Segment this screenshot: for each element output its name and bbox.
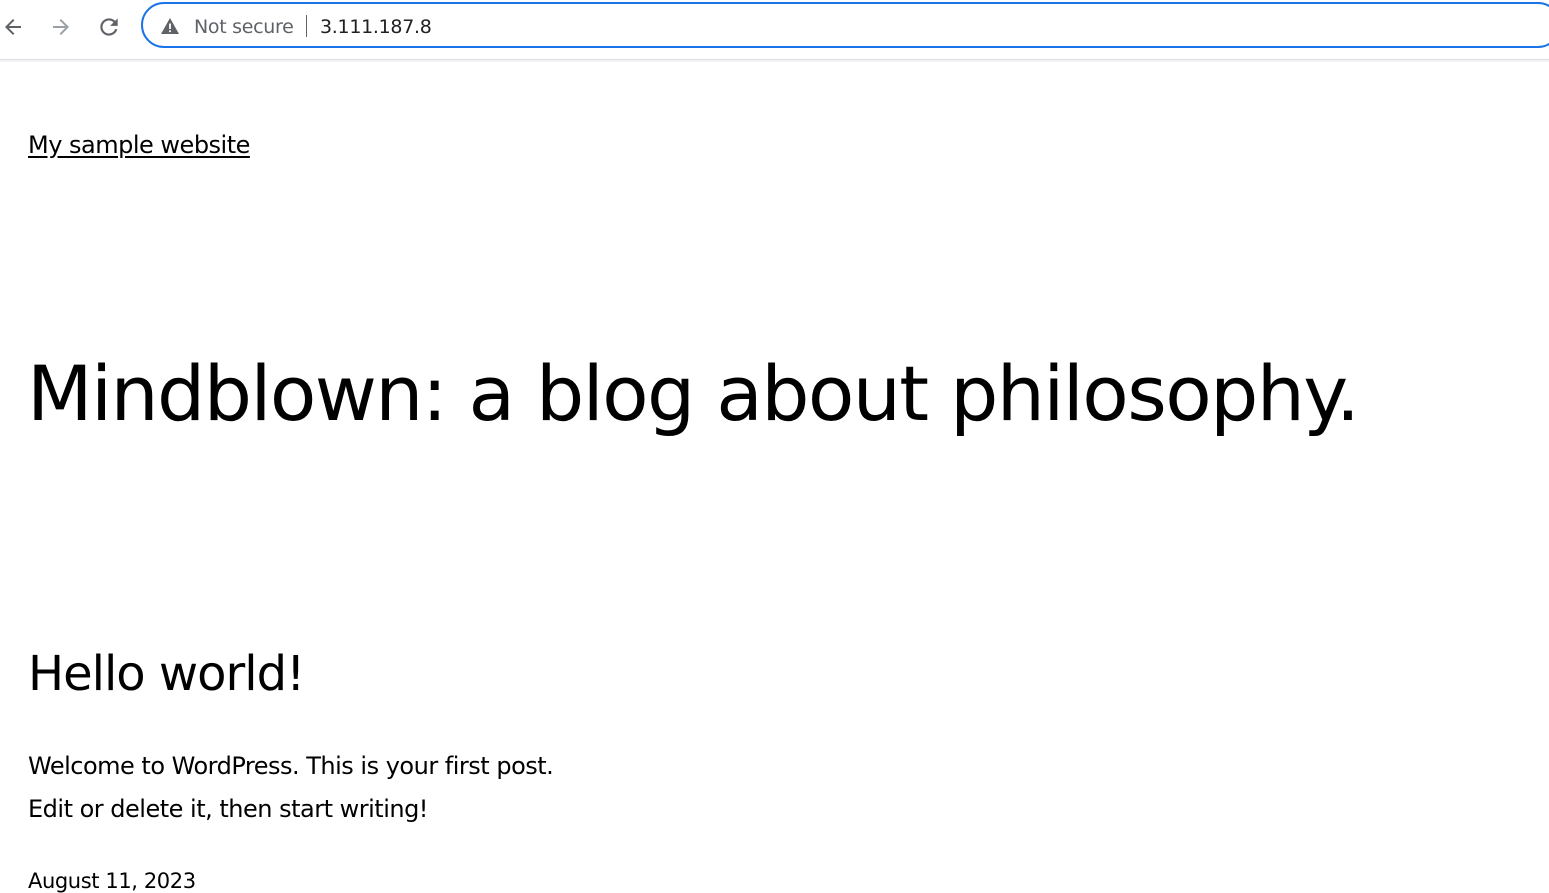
url-text[interactable]: 3.111.187.8 — [320, 16, 432, 38]
address-bar-divider — [306, 15, 307, 37]
forward-button[interactable] — [46, 12, 76, 42]
post-excerpt: Welcome to WordPress. This is your first… — [28, 745, 554, 831]
post-excerpt-line: Edit or delete it, then start writing! — [28, 795, 428, 823]
back-button[interactable] — [0, 12, 28, 42]
site-title-link[interactable]: My sample website — [28, 131, 250, 159]
post-title-link[interactable]: Hello world! — [28, 644, 305, 704]
reload-button[interactable] — [94, 12, 124, 42]
reload-icon — [100, 18, 118, 36]
security-status-label[interactable]: Not secure — [194, 16, 294, 38]
address-bar[interactable]: Not secure 3.111.187.8 — [141, 2, 1549, 48]
browser-toolbar: Not secure 3.111.187.8 — [0, 0, 1549, 60]
arrow-left-icon — [5, 19, 21, 35]
page-heading: Mindblown: a blog about philosophy. — [27, 349, 1360, 438]
post-excerpt-line: Welcome to WordPress. This is your first… — [28, 752, 554, 780]
post-date-link[interactable]: August 11, 2023 — [28, 869, 196, 893]
web-page: My sample website Mindblown: a blog abou… — [0, 62, 1549, 893]
arrow-right-icon — [53, 19, 69, 35]
warning-triangle-icon[interactable] — [160, 17, 180, 35]
